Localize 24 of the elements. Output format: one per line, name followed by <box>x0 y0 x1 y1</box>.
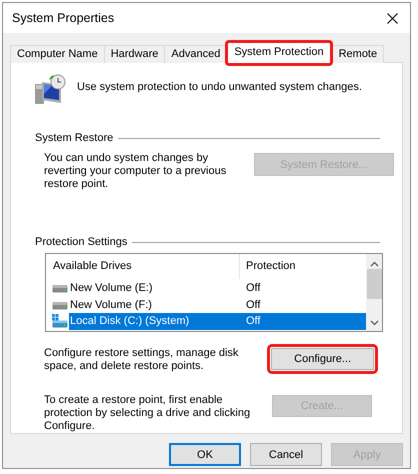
tab[interactable]: Remote <box>332 45 384 63</box>
protection-status: Off <box>245 281 262 296</box>
drive-row[interactable]: Local Disk (C:) (System) Off <box>46 313 366 330</box>
description-text: To create a restore point, first enable protection by selecting a drive and clicking Configure. <box>44 394 252 433</box>
protection-status: Off <box>239 313 366 330</box>
description-text: Configure restore settings, manage disk space, and delete restore points. <box>44 347 240 373</box>
tab[interactable]: System Protection <box>227 42 331 64</box>
drive-row[interactable]: New Volume (E:) Off <box>46 280 366 296</box>
drive-row[interactable]: New Volume (F:) Off <box>46 296 366 313</box>
window-title: System Properties <box>12 11 114 25</box>
drive-name: Local Disk (C:) (System) <box>69 313 239 330</box>
tab[interactable]: Computer Name <box>10 45 105 63</box>
column-header[interactable]: Available Drives <box>46 254 239 279</box>
ok-button[interactable]: OK <box>169 443 241 466</box>
tab[interactable]: Advanced <box>164 45 228 63</box>
drive-name: New Volume (E:) <box>69 281 154 296</box>
description-text: You can undo system changes by reverting your computer to a previous restore point. <box>44 152 228 191</box>
group-heading: Protection Settings <box>35 236 128 248</box>
intro-text: Use system protection to undo unwanted system changes. <box>77 81 362 93</box>
drive-name: New Volume (F:) <box>69 298 153 313</box>
cancel-button[interactable]: Cancel <box>250 443 322 466</box>
group-heading: System Restore <box>35 132 114 144</box>
tab[interactable]: Hardware <box>104 45 166 63</box>
protection-status: Off <box>245 298 262 313</box>
